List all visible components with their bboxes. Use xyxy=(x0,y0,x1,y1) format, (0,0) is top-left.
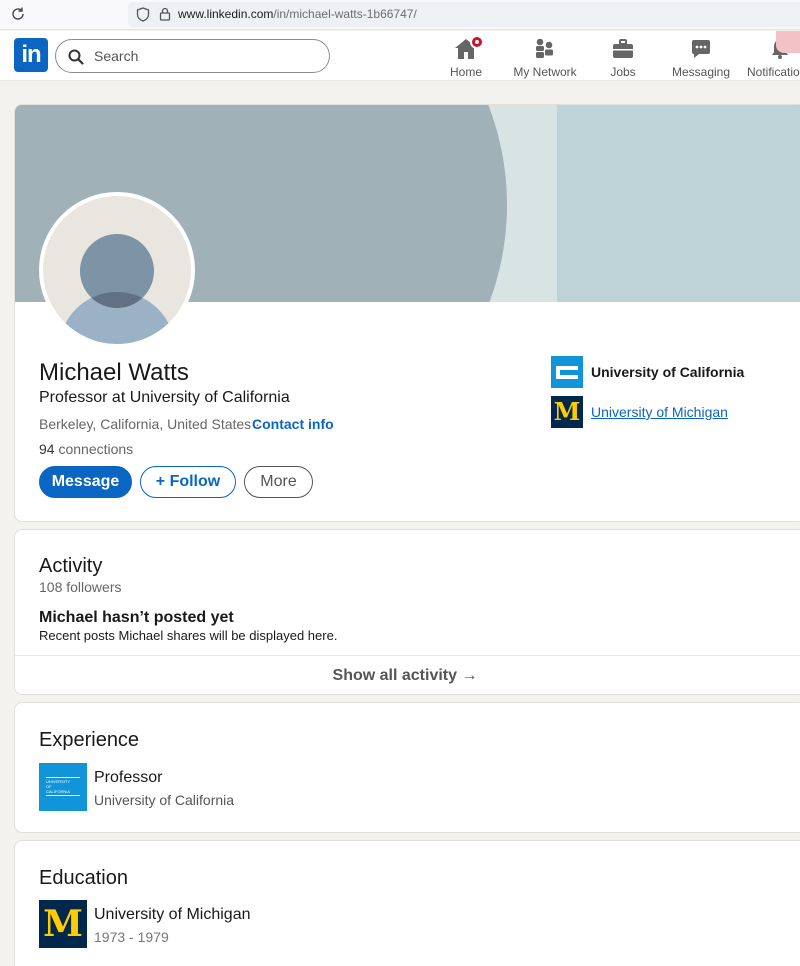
uc-logo-text: UNIVERSITY OF CALIFORNIA xyxy=(46,777,80,796)
education-title: Education xyxy=(39,867,128,889)
nav-messaging[interactable]: Messaging xyxy=(661,35,741,79)
me-avatar[interactable] xyxy=(776,31,800,53)
uc-logo xyxy=(551,356,583,388)
um-logo-large[interactable]: M xyxy=(39,900,87,948)
search-icon xyxy=(68,49,84,65)
search-input[interactable] xyxy=(94,46,314,66)
url-text: www.linkedin.com/in/michael-watts-1b6674… xyxy=(178,7,417,21)
experience-role: Professor xyxy=(94,769,163,786)
briefcase-icon xyxy=(613,39,633,58)
experience-org: University of California xyxy=(94,792,235,808)
message-button[interactable]: Message xyxy=(39,466,132,498)
activity-empty-text: Recent posts Michael shares will be disp… xyxy=(39,628,338,643)
show-all-activity-button[interactable]: Show all activity → xyxy=(15,667,795,685)
plus-icon: + xyxy=(155,473,166,490)
reload-icon[interactable] xyxy=(10,6,26,22)
profile-photo[interactable] xyxy=(39,192,195,348)
location-text: Berkeley, California, United States xyxy=(39,416,252,432)
uc-logo-large[interactable]: UNIVERSITY OF CALIFORNIA xyxy=(39,763,87,811)
chat-icon xyxy=(692,40,710,58)
notification-badge xyxy=(470,35,484,49)
avatar-overlap xyxy=(80,234,154,308)
global-nav: in Home My Network Jobs xyxy=(0,31,800,81)
shield-icon[interactable] xyxy=(136,7,150,22)
nav-home-label: Home xyxy=(449,65,482,79)
search-box[interactable] xyxy=(55,39,330,73)
education-school: University of Michigan xyxy=(94,906,251,923)
nav-messaging-label: Messaging xyxy=(671,65,731,79)
follow-label: Follow xyxy=(169,473,221,490)
cover-panel xyxy=(557,105,800,302)
nav-home[interactable]: Home xyxy=(426,35,506,79)
more-button[interactable]: More xyxy=(244,466,313,498)
profile-name: Michael Watts xyxy=(39,359,189,386)
activity-followers: 108 followers xyxy=(39,579,122,595)
activity-empty-title: Michael hasn’t posted yet xyxy=(39,609,234,626)
um-logo: M xyxy=(551,396,583,428)
nav-jobs-label: Jobs xyxy=(610,65,636,79)
activity-card: Activity 108 followers Michael hasn’t po… xyxy=(14,529,800,695)
contact-info-link[interactable]: Contact info xyxy=(252,416,334,432)
uc-logo-line: CALIFORNIA xyxy=(46,789,71,794)
profile-headline: Professor at University of California xyxy=(39,389,290,406)
activity-title: Activity xyxy=(39,555,103,577)
education-years: 1973 - 1979 xyxy=(94,929,169,945)
activity-divider xyxy=(15,655,800,656)
browser-toolbar: www.linkedin.com/in/michael-watts-1b6674… xyxy=(0,0,800,30)
url-domain: www.linkedin.com xyxy=(178,7,274,21)
experience-title: Experience xyxy=(39,729,140,751)
nav-notifications-label: Notifications xyxy=(747,65,800,79)
org-name-um[interactable]: University of Michigan xyxy=(591,404,728,420)
nav-jobs[interactable]: Jobs xyxy=(583,35,663,79)
linkedin-logo[interactable]: in xyxy=(14,38,48,72)
nav-my-network[interactable]: My Network xyxy=(505,35,585,79)
connections-count[interactable]: 94 connections xyxy=(39,441,133,457)
nav-my-network-label: My Network xyxy=(513,65,577,79)
address-bar[interactable]: www.linkedin.com/in/michael-watts-1b6674… xyxy=(128,2,800,27)
connections-number: 94 xyxy=(39,441,55,457)
org-name-uc: University of California xyxy=(591,364,745,380)
education-card: Education M University of Michigan 1973 … xyxy=(14,840,800,966)
profile-location: Berkeley, California, United States · xyxy=(39,416,260,432)
url-path: /in/michael-watts-1b66747/ xyxy=(273,7,417,21)
experience-card: Experience UNIVERSITY OF CALIFORNIA Prof… xyxy=(14,702,800,833)
follow-button[interactable]: + Follow xyxy=(140,466,236,498)
lock-icon[interactable] xyxy=(159,7,171,21)
profile-card: Michael Watts Professor at University of… xyxy=(14,104,800,522)
network-icon xyxy=(536,38,553,58)
connections-label: connections xyxy=(58,441,134,457)
